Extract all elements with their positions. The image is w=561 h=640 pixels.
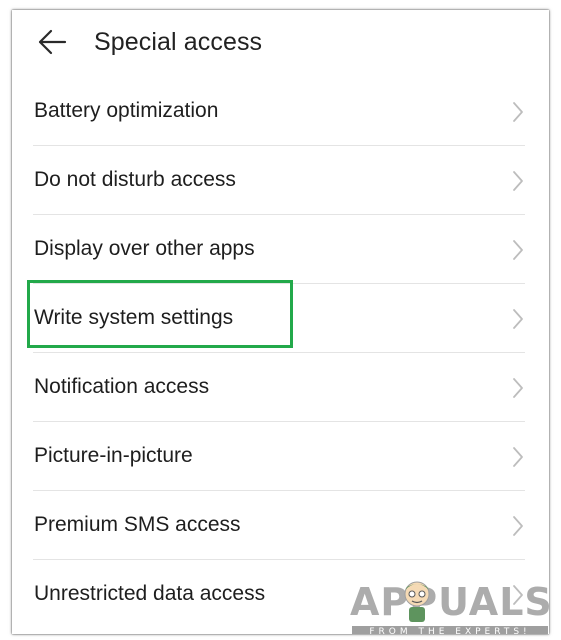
list-item-unrestricted-data-access[interactable]: Unrestricted data access bbox=[33, 560, 525, 629]
list-item-label: Premium SMS access bbox=[34, 513, 241, 536]
chevron-right-icon bbox=[513, 309, 523, 329]
back-button[interactable] bbox=[34, 24, 70, 60]
arrow-left-icon bbox=[38, 29, 67, 55]
list-item-label: Display over other apps bbox=[34, 237, 255, 260]
list-item-label: Notification access bbox=[34, 375, 210, 398]
chevron-right-icon bbox=[513, 171, 523, 191]
chevron-right-icon bbox=[513, 240, 523, 260]
chevron-right-icon bbox=[513, 378, 523, 398]
list-item-picture-in-picture[interactable]: Picture-in-picture bbox=[33, 422, 525, 491]
list-item-label: Picture-in-picture bbox=[34, 444, 193, 467]
list-item-display-over-other-apps[interactable]: Display over other apps bbox=[33, 215, 525, 284]
chevron-right-icon bbox=[513, 585, 523, 605]
list-item-notification-access[interactable]: Notification access bbox=[33, 353, 525, 422]
chevron-right-icon bbox=[513, 102, 523, 122]
screen-frame: Special access Battery optimization Do n… bbox=[12, 10, 549, 634]
app-header: Special access bbox=[12, 10, 549, 72]
list-item-premium-sms-access[interactable]: Premium SMS access bbox=[33, 491, 525, 560]
chevron-right-icon bbox=[513, 516, 523, 536]
list-item-label: Write system settings bbox=[34, 306, 234, 329]
chevron-right-icon bbox=[513, 447, 523, 467]
list-item-do-not-disturb-access[interactable]: Do not disturb access bbox=[33, 146, 525, 215]
list-item-write-system-settings[interactable]: Write system settings bbox=[33, 284, 525, 353]
list-item-label: Do not disturb access bbox=[34, 168, 236, 191]
list-item-label: Unrestricted data access bbox=[34, 582, 266, 605]
page-title: Special access bbox=[94, 28, 263, 56]
list-item-label: Battery optimization bbox=[34, 99, 219, 122]
list-item-battery-optimization[interactable]: Battery optimization bbox=[33, 77, 525, 146]
special-access-list: Battery optimization Do not disturb acce… bbox=[12, 77, 549, 629]
